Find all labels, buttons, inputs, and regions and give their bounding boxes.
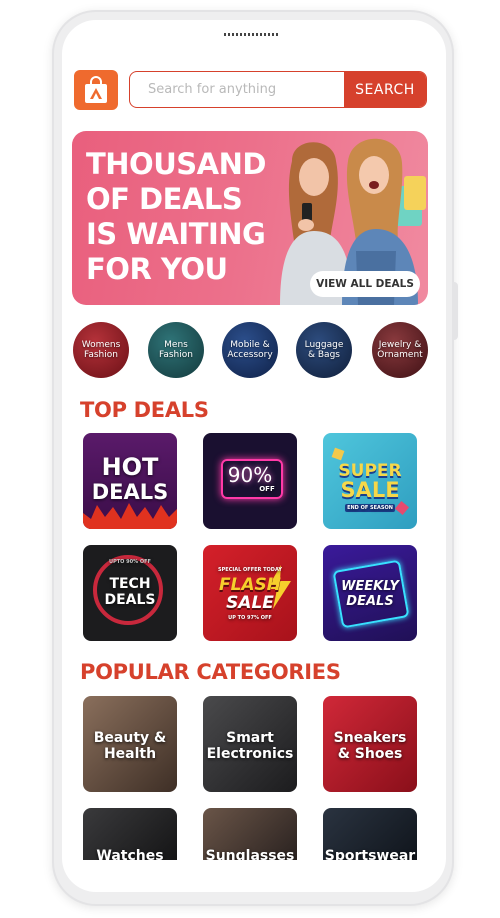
category-circle-label: Mens Fashion: [159, 340, 193, 360]
confetti-icon: [331, 447, 345, 461]
tile-weekly-line2: DEALS: [346, 594, 394, 609]
confetti-icon: [394, 500, 410, 516]
tile-90-sub: OFF: [259, 485, 275, 493]
banner-title: THOUSAND OF DEALS IS WAITING FOR YOU: [86, 147, 286, 287]
tile-category-label: Sportswear: [324, 848, 416, 860]
tile-watches[interactable]: Watches: [83, 808, 177, 860]
tile-tech-deals[interactable]: UPTO 90% OFF TECH DEALS: [83, 545, 177, 641]
category-circle-label: Luggage & Bags: [304, 340, 344, 360]
tile-flash-top: SPECIAL OFFER TODAY: [218, 567, 282, 573]
tile-category-label: Sunglasses: [205, 848, 295, 860]
tile-category-label: Sneakers & Shoes: [333, 730, 407, 762]
tile-smart-electronics[interactable]: Smart Electronics: [203, 696, 297, 792]
banner-title-line: IS WAITING: [86, 217, 266, 251]
tile-category-label: Watches: [96, 848, 164, 860]
search-input[interactable]: [130, 72, 346, 107]
tile-super-sale[interactable]: SUPER SALE END OF SEASON: [323, 433, 417, 529]
category-circle-label: Mobile & Accessory: [227, 340, 273, 360]
tile-weekly-line1: WEEKLY: [341, 579, 399, 594]
tile-hot-deals[interactable]: HOT DEALS: [83, 433, 177, 529]
tile-flash-sale[interactable]: SPECIAL OFFER TODAY FLASH SALE UP TO 97%…: [203, 545, 297, 641]
category-circle-luggage-bags[interactable]: Luggage & Bags: [296, 322, 352, 378]
tile-90-off[interactable]: 90% OFF: [203, 433, 297, 529]
category-circle-label: Womens Fashion: [81, 340, 121, 360]
shopping-bag-logo-icon[interactable]: [74, 70, 118, 110]
promo-banner[interactable]: THOUSAND OF DEALS IS WAITING FOR YOU VIE…: [72, 131, 428, 305]
tile-tech-line2: DEALS: [104, 592, 156, 608]
popular-categories-heading: POPULAR CATEGORIES: [80, 660, 341, 684]
tile-sneakers-shoes[interactable]: Sneakers & Shoes: [323, 696, 417, 792]
category-circle-jewelry-ornament[interactable]: Jewelry & Ornament: [372, 322, 428, 378]
category-circle-label: Jewelry & Ornament: [377, 340, 423, 360]
banner-title-line: THOUSAND: [86, 147, 266, 181]
search-bar: SEARCH: [129, 71, 427, 108]
tile-tech-line1: TECH: [109, 576, 151, 592]
view-all-deals-button[interactable]: VIEW ALL DEALS: [310, 271, 420, 297]
tile-category-label: Smart Electronics: [206, 730, 294, 762]
banner-title-line: OF DEALS: [86, 182, 243, 216]
category-circle-mens-fashion[interactable]: Mens Fashion: [148, 322, 204, 378]
tile-90-main: 90%: [227, 463, 273, 487]
search-button[interactable]: SEARCH: [344, 72, 426, 107]
top-deals-heading: TOP DEALS: [80, 398, 209, 422]
tile-flash-sub: UP TO 97% OFF: [228, 615, 272, 621]
tile-super-sale-sub: END OF SEASON: [345, 504, 395, 512]
tile-flash-line2: SALE: [226, 593, 274, 613]
tile-beauty-health[interactable]: Beauty & Health: [83, 696, 177, 792]
tile-tech-top: UPTO 90% OFF: [109, 559, 151, 565]
category-circle-mobile-accessory[interactable]: Mobile & Accessory: [222, 322, 278, 378]
banner-title-line: FOR YOU: [86, 252, 228, 286]
tile-sunglasses[interactable]: Sunglasses: [203, 808, 297, 860]
tile-sportswear[interactable]: Sportswear: [323, 808, 417, 860]
tile-category-label: Beauty & Health: [93, 730, 167, 762]
tile-flash-line1: FLASH: [218, 575, 282, 595]
phone-speaker: [224, 33, 278, 36]
tile-hot-deals-line2: DEALS: [91, 480, 169, 504]
category-circle-womens-fashion[interactable]: Womens Fashion: [73, 322, 129, 378]
tile-super-sale-line2: SALE: [340, 478, 400, 502]
phone-side-button: [452, 282, 458, 340]
tile-hot-deals-line1: HOT: [101, 453, 159, 481]
tile-weekly-deals[interactable]: WEEKLY DEALS: [323, 545, 417, 641]
